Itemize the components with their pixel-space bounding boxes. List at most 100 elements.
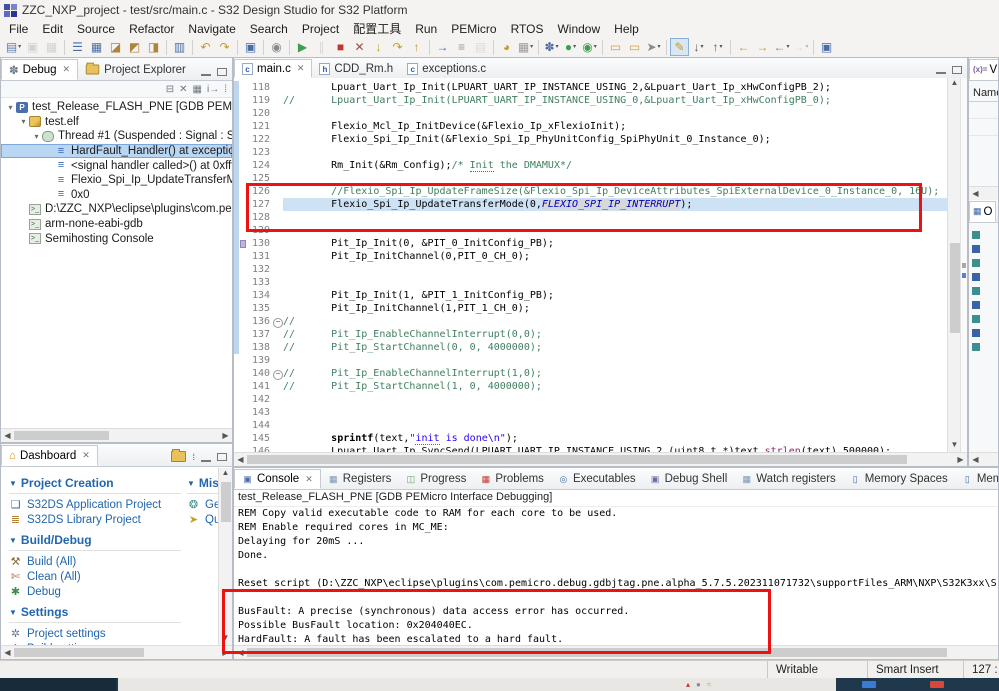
menu-item-0[interactable]: File: [2, 22, 35, 36]
menu-item-1[interactable]: Edit: [35, 22, 70, 36]
dashboard-hscrollbar[interactable]: ◀ ▶: [1, 645, 232, 659]
code-line[interactable]: 118 Lpuart_Uart_Ip_Init(LPUART_UART_IP_I…: [234, 81, 947, 94]
toolbar-instruction-stepping-button[interactable]: ≡: [452, 38, 471, 56]
menu-item-10[interactable]: RTOS: [504, 22, 551, 36]
code-line[interactable]: 136−//: [234, 315, 947, 328]
code-line[interactable]: 142: [234, 393, 947, 406]
code-text[interactable]: [283, 406, 947, 419]
code-text[interactable]: //Flexio_Spi_Ip_UpdateFrameSize(&Flexio_…: [283, 185, 947, 198]
taskbar-icon[interactable]: ●: [696, 678, 701, 691]
tab-problems[interactable]: ▦Problems: [473, 469, 551, 489]
code-line[interactable]: 122 Flexio_Spi_Ip_Init(&Flexio_Spi_Ip_Ph…: [234, 133, 947, 146]
show-debug-info-icon[interactable]: i→: [207, 84, 219, 95]
tab-memory[interactable]: ▯Memory: [955, 469, 999, 489]
code-line[interactable]: 134 Pit_Ip_Init(1, &PIT_1_InitConfig_PB)…: [234, 289, 947, 302]
code-text[interactable]: [283, 276, 947, 289]
dropdown-arrow-icon[interactable]: ▾: [594, 38, 597, 56]
toolbar-step-over-button[interactable]: ↷: [388, 38, 407, 56]
toolbar-update-code-button[interactable]: ◪: [106, 38, 125, 56]
editor-vscrollbar[interactable]: ▲ ▼: [947, 78, 961, 452]
view-menu-icon[interactable]: ⁞: [224, 84, 227, 95]
code-line[interactable]: 131 Pit_Ip_InitChannel(0,PIT_0_CH_0);: [234, 250, 947, 263]
toolbar-external-tools-button[interactable]: ➤▾: [644, 38, 663, 56]
debug-tree-item[interactable]: ≡<signal handler called>() at 0xfffff: [1, 158, 232, 173]
scroll-up-icon[interactable]: ▲: [219, 468, 232, 480]
code-text[interactable]: Pit_Ip_Init(1, &PIT_1_InitConfig_PB);: [283, 289, 947, 302]
minimize-icon[interactable]: [201, 459, 211, 462]
toolbar-peripheral-registers-button[interactable]: ▦: [87, 38, 106, 56]
outline-hscrollbar[interactable]: ◀: [969, 452, 998, 466]
outline-item[interactable]: [969, 228, 998, 242]
tab-watch-registers[interactable]: ▦Watch registers: [734, 469, 842, 489]
debug-tree-item[interactable]: ▾test.elf: [1, 115, 232, 130]
scroll-down-icon[interactable]: ▼: [219, 633, 232, 645]
remove-all-terminated-icon[interactable]: ✕: [179, 84, 187, 95]
dropdown-arrow-icon[interactable]: ▾: [786, 38, 789, 56]
toolbar-new-button[interactable]: ▤▾: [4, 38, 23, 56]
toolbar-search-button[interactable]: ◉: [267, 38, 286, 56]
toolbar-prev-annotation-button[interactable]: ↑▾: [708, 38, 727, 56]
debug-tree-item[interactable]: >_Semihosting Console: [1, 231, 232, 246]
toolbar-step-into-button[interactable]: ↓: [369, 38, 388, 56]
tab-executables[interactable]: ◎Executables: [551, 469, 643, 489]
code-text[interactable]: // Pit_Ip_StartChannel(1, 0, 4000000);: [283, 380, 947, 393]
close-icon[interactable]: ✕: [63, 64, 71, 75]
console-hscrollbar[interactable]: ◀: [234, 645, 998, 659]
minimize-icon[interactable]: [201, 73, 211, 76]
code-text[interactable]: sprintf(text,"init is done\n");: [283, 432, 947, 445]
fold-collapse-icon[interactable]: −: [273, 367, 283, 380]
variables-row[interactable]: [969, 119, 998, 136]
menu-item-7[interactable]: 配置工具: [346, 20, 408, 37]
code-line[interactable]: 135 Pit_Ip_InitChannel(1,PIT_1_CH_0);: [234, 302, 947, 315]
code-line[interactable]: 143: [234, 406, 947, 419]
code-line[interactable]: 119// Lpuart_Uart_Ip_Init(LPUART_UART_IP…: [234, 94, 947, 107]
code-line[interactable]: 133: [234, 276, 947, 289]
code-line[interactable]: 127 Flexio_Spi_Ip_UpdateTransferMode(0,F…: [234, 198, 947, 211]
dashboard-section-title[interactable]: ▼Project Creation: [9, 476, 181, 490]
code-line[interactable]: 126 //Flexio_Spi_Ip_UpdateFrameSize(&Fle…: [234, 185, 947, 198]
scroll-left-icon[interactable]: ◀: [1, 648, 14, 657]
code-text[interactable]: // Pit_Ip_EnableChannelInterrupt(1,0);: [283, 367, 947, 380]
toolbar-drop-to-frame-button[interactable]: →: [433, 38, 452, 56]
debug-tree-item[interactable]: >_arm-none-eabi-gdb: [1, 217, 232, 232]
code-text[interactable]: // Pit_Ip_StartChannel(0, 0, 4000000);: [283, 341, 947, 354]
toolbar-undo-button[interactable]: ↶: [196, 38, 215, 56]
scroll-thumb[interactable]: [14, 648, 144, 657]
chevron-down-icon[interactable]: ▼: [9, 479, 17, 488]
collapse-all-icon[interactable]: ⊟: [166, 84, 174, 95]
toolbar-view-chart-button[interactable]: ▦▾: [516, 38, 535, 56]
code-text[interactable]: Flexio_Spi_Ip_Init(&Flexio_Spi_Ip_PhyUni…: [283, 133, 947, 146]
code-line[interactable]: 146 Lpuart_Uart_Ip_SyncSend(LPUART_UART_…: [234, 445, 947, 452]
toolbar-open-type-button[interactable]: ▭: [606, 38, 625, 56]
toolbar-profile-points-button[interactable]: ◕: [497, 38, 516, 56]
code-text[interactable]: [283, 419, 947, 432]
debug-tree-item[interactable]: ≡HardFault_Handler() at exceptions: [1, 144, 232, 159]
chevron-down-icon[interactable]: ▾: [18, 117, 29, 126]
code-text[interactable]: [283, 224, 947, 237]
toolbar-pin-editor-button[interactable]: ▣: [817, 38, 836, 56]
menu-item-3[interactable]: Refactor: [122, 22, 181, 36]
debug-view-layout-icon[interactable]: ▦: [193, 84, 202, 95]
code-line[interactable]: 129: [234, 224, 947, 237]
code-text[interactable]: [283, 107, 947, 120]
tab-debug[interactable]: ✽Debug✕: [1, 59, 78, 80]
toolbar-back-history-button[interactable]: ←▾: [772, 38, 791, 56]
toolbar-flash-programmer-button[interactable]: ☰: [68, 38, 87, 56]
toolbar-terminate-button[interactable]: ■: [331, 38, 350, 56]
scroll-thumb[interactable]: [14, 431, 109, 440]
toolbar-disconnect-button[interactable]: ✕: [350, 38, 369, 56]
occurrence-marker[interactable]: [962, 273, 966, 278]
outline-item[interactable]: [969, 242, 998, 256]
toolbar-export-sdk-button[interactable]: ◨: [144, 38, 163, 56]
tab-console[interactable]: ▣Console✕: [234, 469, 321, 489]
debug-tree-item[interactable]: ≡Flexio_Spi_Ip_UpdateTransferMod: [1, 173, 232, 188]
variables-hscrollbar[interactable]: ◀: [969, 186, 998, 200]
dashboard-section-title[interactable]: ▼Build/Debug: [9, 533, 181, 547]
dashboard-link[interactable]: ✱Debug: [9, 584, 181, 599]
menu-item-8[interactable]: Run: [408, 22, 444, 36]
code-text[interactable]: Pit_Ip_InitChannel(0,PIT_0_CH_0);: [283, 250, 947, 263]
tab-dashboard[interactable]: ⌂ Dashboard ✕: [1, 445, 98, 466]
outline-item[interactable]: [969, 326, 998, 340]
code-text[interactable]: // Lpuart_Uart_Ip_Init(LPUART_UART_IP_IN…: [283, 94, 947, 107]
toolbar-forward-edit-button[interactable]: →: [753, 38, 772, 56]
